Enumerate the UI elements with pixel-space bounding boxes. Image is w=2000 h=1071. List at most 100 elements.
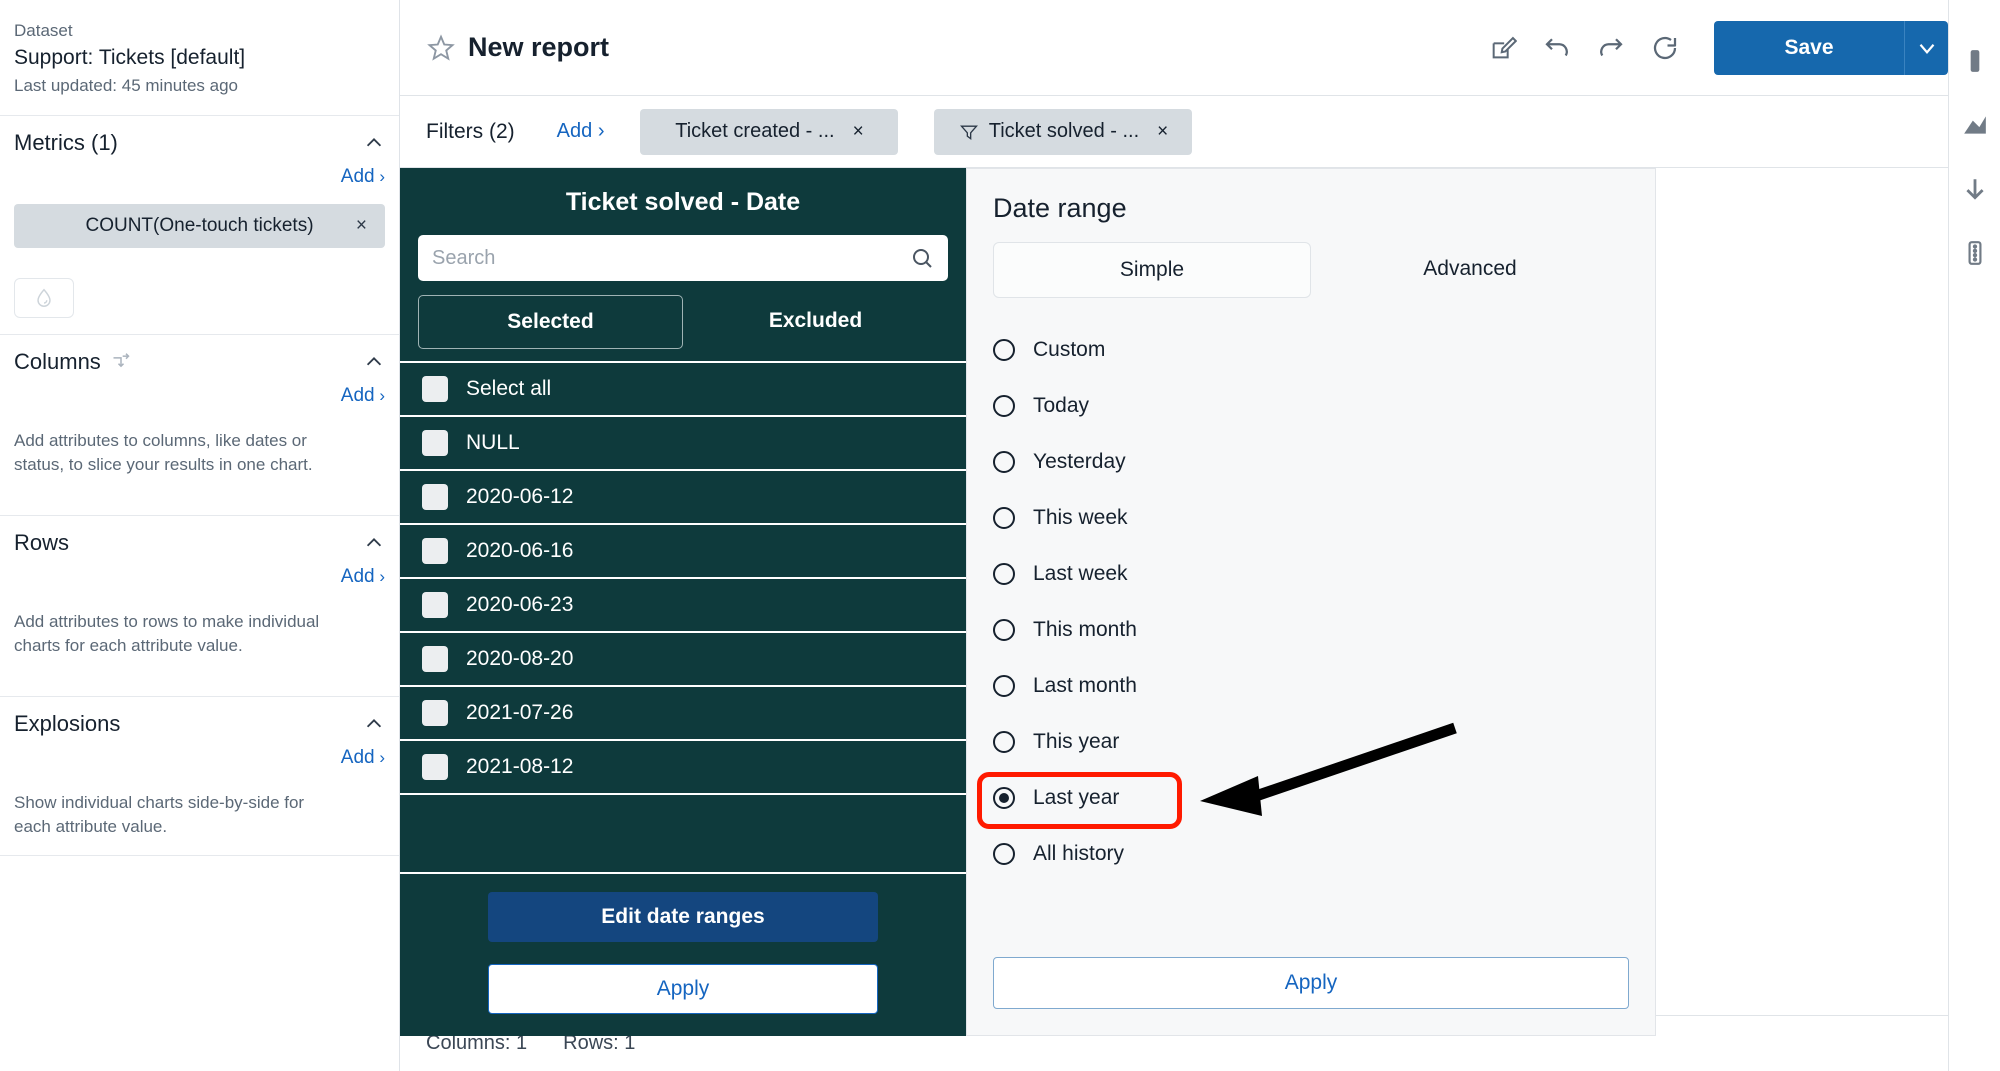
chevron-up-icon[interactable] [363, 532, 385, 554]
tab-simple[interactable]: Simple [993, 242, 1311, 298]
radio-icon[interactable] [993, 619, 1015, 641]
checkbox[interactable] [422, 646, 448, 672]
list-item-label: NULL [466, 431, 520, 454]
radio-option-last-year[interactable]: Last year [993, 770, 1629, 826]
main-area: New report Save Filters (2) Add › Ticket… [400, 0, 1948, 1071]
radio-icon[interactable] [993, 843, 1015, 865]
radio-option-custom[interactable]: Custom [993, 322, 1629, 378]
metric-chip[interactable]: COUNT(One-touch tickets) × [14, 204, 385, 248]
rows-title: Rows [14, 530, 70, 555]
shuffle-icon[interactable] [110, 352, 132, 372]
radio-icon[interactable] [993, 395, 1015, 417]
rows-panel: Rows Add › Add attributes to rows to mak… [0, 516, 399, 697]
radio-option-last-month[interactable]: Last month [993, 658, 1629, 714]
toolbar-actions: Save [1476, 20, 1948, 75]
dataset-name: Support: Tickets [default] [14, 46, 246, 69]
radio-option-label: Last year [1033, 786, 1120, 809]
checkbox[interactable] [422, 376, 448, 402]
refresh-icon[interactable] [1638, 21, 1692, 75]
chevron-up-icon[interactable] [363, 351, 385, 373]
radio-option-today[interactable]: Today [993, 378, 1629, 434]
dataset-label: Dataset [14, 21, 73, 40]
chart-area-icon[interactable] [1962, 112, 1988, 138]
star-outline-icon[interactable] [426, 33, 456, 63]
radio-icon[interactable] [993, 339, 1015, 361]
chevron-down-icon[interactable] [1904, 20, 1948, 75]
metrics-title: Metrics (1) [14, 130, 118, 155]
list-item[interactable]: NULL [400, 415, 966, 469]
metrics-add-label: Add [340, 166, 375, 187]
radio-icon[interactable] [993, 787, 1015, 809]
rows-add-button[interactable]: Add › [14, 566, 385, 588]
radio-option-label: Last month [1033, 674, 1137, 697]
chevron-up-icon[interactable] [363, 132, 385, 154]
checkbox[interactable] [422, 754, 448, 780]
columns-header: Columns [14, 349, 385, 375]
panel-icon[interactable] [1962, 48, 1988, 74]
tab-selected[interactable]: Selected [418, 295, 683, 349]
tab-excluded[interactable]: Excluded [683, 295, 948, 349]
list-item-label: 2021-07-26 [466, 701, 574, 724]
list-item[interactable]: 2020-06-12 [400, 469, 966, 523]
checkbox[interactable] [422, 700, 448, 726]
chevron-right-icon: › [374, 567, 385, 586]
date-range-apply-button[interactable]: Apply [993, 957, 1629, 1009]
radio-option-this-year[interactable]: This year [993, 714, 1629, 770]
redo-icon[interactable] [1584, 21, 1638, 75]
radio-icon[interactable] [993, 563, 1015, 585]
download-arrow-icon[interactable] [1962, 176, 1988, 202]
filters-add-button[interactable]: Add › [557, 120, 605, 143]
filter-chip-label: Ticket created - ... [675, 120, 835, 142]
checkbox[interactable] [422, 538, 448, 564]
radio-icon[interactable] [993, 451, 1015, 473]
columns-add-button[interactable]: Add › [14, 385, 385, 407]
close-icon[interactable]: × [853, 121, 864, 143]
checkbox[interactable] [422, 592, 448, 618]
chevron-up-icon[interactable] [363, 713, 385, 735]
close-icon[interactable]: × [356, 215, 367, 237]
radio-icon[interactable] [993, 507, 1015, 529]
list-item-select-all[interactable]: Select all [400, 361, 966, 415]
filter-tabs: Selected Excluded [418, 295, 948, 349]
save-button[interactable]: Save [1714, 20, 1904, 75]
list-item-label: 2020-06-16 [466, 539, 574, 562]
list-item[interactable]: 2020-06-23 [400, 577, 966, 631]
rows-header: Rows [14, 530, 385, 556]
droplet-button[interactable] [14, 278, 74, 318]
search-input[interactable] [432, 246, 910, 270]
radio-option-all-history[interactable]: All history [993, 826, 1629, 882]
explosions-add-button[interactable]: Add › [14, 747, 385, 769]
date-range-title: Date range [993, 193, 1127, 223]
filter-chip-ticket-created[interactable]: Ticket created - ... × [640, 108, 899, 155]
radio-option-this-month[interactable]: This month [993, 602, 1629, 658]
filter-search-box[interactable] [418, 235, 948, 281]
list-item-label: 2020-06-12 [466, 485, 574, 508]
edit-square-icon[interactable] [1476, 21, 1530, 75]
close-icon[interactable]: × [1157, 121, 1168, 143]
filters-add-label: Add [556, 120, 593, 142]
list-item[interactable]: 2020-06-16 [400, 523, 966, 577]
filter-apply-button[interactable]: Apply [488, 964, 878, 1014]
list-panel-icon[interactable] [1962, 240, 1988, 266]
checkbox[interactable] [422, 430, 448, 456]
radio-option-yesterday[interactable]: Yesterday [993, 434, 1629, 490]
tab-advanced[interactable]: Advanced [1311, 242, 1629, 298]
radio-option-last-week[interactable]: Last week [993, 546, 1629, 602]
radio-icon[interactable] [993, 731, 1015, 753]
filter-chip-ticket-solved[interactable]: Ticket solved - ... × [934, 108, 1193, 155]
metrics-add-button[interactable]: Add › [14, 166, 385, 188]
list-item-label: 2020-08-20 [466, 647, 574, 670]
radio-icon[interactable] [993, 675, 1015, 697]
radio-option-this-week[interactable]: This week [993, 490, 1629, 546]
list-item-label: 2021-08-12 [466, 755, 574, 778]
undo-icon[interactable] [1530, 21, 1584, 75]
search-icon[interactable] [910, 246, 934, 270]
list-item[interactable]: 2021-08-12 [400, 739, 966, 793]
radio-option-label: Today [1033, 394, 1090, 417]
checkbox[interactable] [422, 484, 448, 510]
list-item[interactable]: 2020-08-20 [400, 631, 966, 685]
list-item[interactable]: 2021-07-26 [400, 685, 966, 739]
edit-date-ranges-button[interactable]: Edit date ranges [488, 892, 878, 942]
